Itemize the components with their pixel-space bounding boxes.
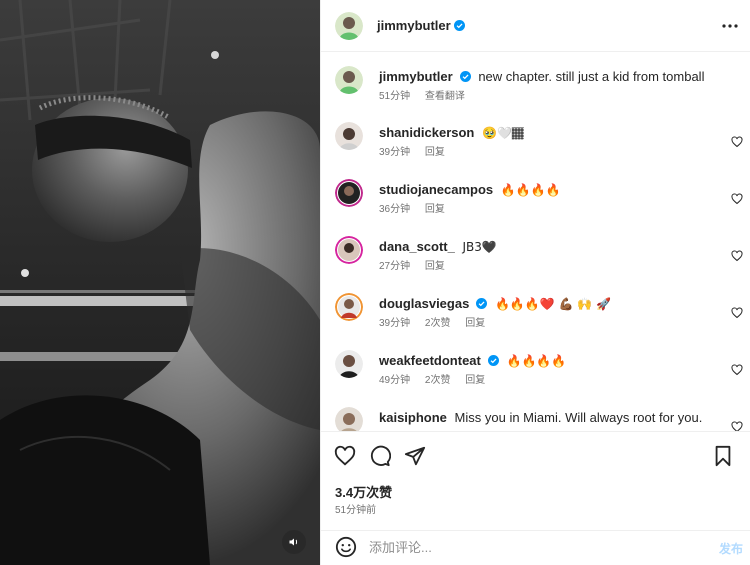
comment-time: 36分钟 (379, 204, 411, 215)
author-avatar[interactable] (335, 11, 363, 40)
more-options-button[interactable] (719, 16, 741, 36)
more-icon (722, 24, 738, 28)
comment-like-heart-icon[interactable] (731, 421, 743, 431)
comment-text: Miss you in Miami. Will always root for … (454, 410, 703, 425)
comment-text: 🥹🤍🏾 (482, 126, 524, 140)
comment-like-heart-icon[interactable] (731, 364, 743, 376)
comment-time: 27分钟 (379, 261, 411, 272)
smile-icon[interactable] (335, 536, 357, 558)
comment-like-count[interactable]: 2次赞 (425, 318, 451, 329)
reply-button[interactable]: 回复 (425, 147, 445, 158)
add-comment-bar: 发布 (321, 530, 750, 565)
author-avatar[interactable] (335, 66, 363, 94)
caption-username[interactable]: jimmybutler (379, 69, 453, 84)
post-header: jimmybutler (321, 0, 750, 52)
comment-like-count[interactable]: 2次赞 (425, 375, 451, 386)
comment-like-heart-icon[interactable] (731, 250, 743, 262)
likes-count[interactable]: 3.4万次赞 (335, 482, 392, 501)
commenter-avatar[interactable] (335, 293, 363, 321)
post-side-panel: jimmybutler jimmybutler new chapter. sti… (320, 0, 750, 565)
verified-badge-icon (487, 355, 499, 366)
reply-button[interactable]: 回复 (465, 375, 485, 386)
comment-username[interactable]: shanidickerson (379, 125, 474, 140)
post-image (0, 0, 320, 565)
like-button[interactable] (333, 444, 357, 468)
comment-button[interactable] (368, 444, 392, 468)
author-username[interactable]: jimmybutler (377, 18, 451, 33)
comment-username[interactable]: kaisiphone (379, 410, 447, 425)
comment-text: JB3🖤 (462, 240, 497, 254)
comment-username[interactable]: douglasviegas (379, 296, 469, 311)
audio-toggle-button[interactable] (282, 530, 306, 554)
comment-time: 49分钟 (379, 375, 411, 386)
share-icon (404, 446, 426, 466)
save-button[interactable] (711, 444, 735, 468)
share-button[interactable] (403, 444, 427, 468)
post-photo[interactable] (0, 0, 320, 565)
commenter-avatar[interactable] (335, 407, 363, 431)
comment-time: 39分钟 (379, 318, 411, 329)
comment-like-heart-icon[interactable] (731, 136, 743, 148)
comment-like-heart-icon[interactable] (731, 193, 743, 205)
post-timestamp: 51分钟前 (335, 505, 377, 516)
comment-text: 🔥🔥🔥🔥 (500, 183, 561, 197)
instagram-post-viewer: jimmybutler jimmybutler new chapter. sti… (0, 0, 750, 565)
comment-like-heart-icon[interactable] (731, 307, 743, 319)
comments-list[interactable]: jimmybutler new chapter. still just a ki… (321, 53, 750, 431)
comment-text: 🔥🔥🔥❤️ 💪🏾 🙌 🚀 (494, 297, 611, 311)
comment-time: 39分钟 (379, 147, 411, 158)
reply-button[interactable]: 回复 (465, 318, 485, 329)
post-actions: 3.4万次赞 51分钟前 发布 (321, 431, 750, 565)
commenter-avatar[interactable] (335, 122, 363, 150)
reply-button[interactable]: 回复 (425, 204, 445, 215)
verified-badge-icon (476, 298, 488, 309)
comment-icon (370, 445, 391, 467)
comment-username[interactable]: studiojanecampos (379, 182, 493, 197)
caption-time: 51分钟 (379, 91, 411, 102)
post-comment-button[interactable]: 发布 (719, 540, 743, 557)
caption-text: new chapter. still just a kid from tomba… (478, 69, 705, 84)
bookmark-icon (715, 445, 731, 467)
see-translation-link[interactable]: 查看翻译 (425, 91, 465, 102)
heart-icon (334, 445, 356, 466)
comment-text: 🔥🔥🔥🔥 (506, 354, 567, 368)
speaker-icon (289, 538, 298, 546)
verified-badge-icon (459, 71, 471, 82)
reply-button[interactable]: 回复 (425, 261, 445, 272)
verified-badge-icon (453, 20, 465, 31)
comment-input[interactable] (369, 537, 689, 557)
comment-username[interactable]: weakfeetdonteat (379, 353, 481, 368)
comment-username[interactable]: dana_scott_ (379, 239, 455, 254)
commenter-avatar[interactable] (335, 350, 363, 378)
commenter-avatar[interactable] (335, 179, 363, 207)
commenter-avatar[interactable] (335, 236, 363, 264)
